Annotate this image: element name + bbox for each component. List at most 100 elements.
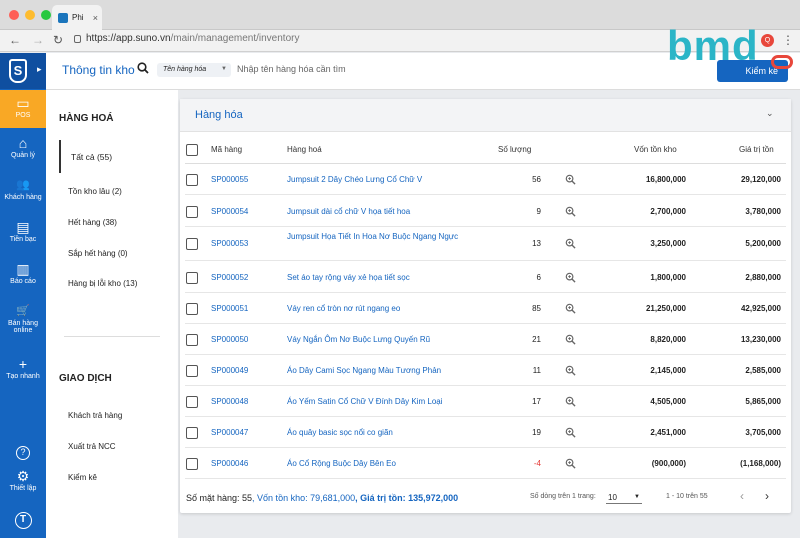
zoom-icon[interactable] <box>565 458 576 469</box>
category-item-defective[interactable]: Hàng bị lỗi kho (13) <box>68 279 137 288</box>
zoom-icon[interactable] <box>565 303 576 314</box>
zoom-icon[interactable] <box>565 174 576 185</box>
product-name-link[interactable]: Jumpsuit Họa Tiết In Hoa Nơ Buộc Ngang N… <box>287 231 467 243</box>
product-name-link[interactable]: Váy Ngắn Ôm Nơ Buộc Lưng Quyến Rũ <box>287 334 467 346</box>
zoom-icon[interactable] <box>565 272 576 283</box>
row-checkbox[interactable] <box>186 303 198 315</box>
table-row[interactable]: SP000048 Áo Yếm Satin Cổ Chữ V Đính Dây K… <box>185 386 786 417</box>
table-row[interactable]: SP000046 Áo Cổ Rộng Buộc Dây Bên Eo -4 (900… <box>185 448 786 479</box>
column-header-name[interactable]: Hàng hoá <box>287 145 322 154</box>
product-name-link[interactable]: Áo Cổ Rộng Buộc Dây Bên Eo <box>287 458 467 470</box>
category-item-long-stock[interactable]: Tồn kho lâu (2) <box>68 187 122 196</box>
product-name-link[interactable]: Váy ren cổ tròn nơ rút ngang eo <box>287 303 467 315</box>
table-row[interactable]: SP000054 Jumpsuit dài cổ chữ V họa tiết h… <box>185 196 786 227</box>
row-checkbox[interactable] <box>186 427 198 439</box>
sidebar-item-user[interactable]: T <box>0 512 46 529</box>
table-row[interactable]: SP000049 Áo Dây Cami Sọc Ngang Màu Tương … <box>185 355 786 386</box>
row-checkbox[interactable] <box>186 365 198 377</box>
sidebar-item-online-sales[interactable]: 🛒 Bán hàng online <box>0 303 46 334</box>
sidebar-item-pos[interactable]: ▭ POS <box>0 90 46 128</box>
row-checkbox[interactable] <box>186 458 198 470</box>
table-row[interactable]: SP000051 Váy ren cổ tròn nơ rút ngang eo 8… <box>185 293 786 324</box>
product-name-link[interactable]: Áo Yếm Satin Cổ Chữ V Đính Dây Kim Loại <box>287 396 467 408</box>
extension-icon[interactable]: Q <box>761 34 774 47</box>
row-checkbox[interactable] <box>186 206 198 218</box>
row-checkbox[interactable] <box>186 396 198 408</box>
product-name-link[interactable]: Áo quây basic sọc nổi co giãn <box>287 427 467 439</box>
product-code-link[interactable]: SP000054 <box>211 207 248 216</box>
zoom-icon[interactable] <box>565 365 576 376</box>
product-code-link[interactable]: SP000048 <box>211 397 248 406</box>
monitor-icon: ▭ <box>16 95 30 111</box>
stock-value-cell: 3,780,000 <box>745 207 781 216</box>
collapse-chevron-icon[interactable]: ⌄ <box>766 108 774 119</box>
zoom-icon[interactable] <box>565 206 576 217</box>
table-row[interactable]: SP000047 Áo quây basic sọc nổi co giãn 19 2… <box>185 417 786 448</box>
card-header: Hàng hóa ⌄ <box>180 99 791 132</box>
product-name-link[interactable]: Jumpsuit dài cổ chữ V họa tiết hoa <box>287 206 467 218</box>
table-row[interactable]: SP000052 Set áo tay rộng váy xẻ họa tiết … <box>185 262 786 293</box>
zoom-icon[interactable] <box>565 396 576 407</box>
select-all-checkbox[interactable] <box>186 144 198 156</box>
row-checkbox[interactable] <box>186 334 198 346</box>
product-code-link[interactable]: SP000052 <box>211 273 248 282</box>
sidebar-item-settings[interactable]: ⚙ Thiết lập <box>0 468 46 492</box>
category-item-low-stock[interactable]: Sắp hết hàng (0) <box>68 249 128 258</box>
sidebar-item-customers[interactable]: 👥 Khách hàng <box>0 177 46 201</box>
table-row[interactable]: SP000050 Váy Ngắn Ôm Nơ Buộc Lưng Quyến R… <box>185 324 786 355</box>
next-page-icon[interactable]: › <box>765 489 769 503</box>
category-item-supplier-returns[interactable]: Xuất trả NCC <box>68 442 116 451</box>
category-item-out-of-stock[interactable]: Hết hàng (38) <box>68 218 117 227</box>
zoom-icon[interactable] <box>565 238 576 249</box>
previous-page-icon[interactable]: ‹ <box>740 489 744 503</box>
close-window-button[interactable] <box>9 10 19 20</box>
table-row[interactable]: SP000053 Jumpsuit Họa Tiết In Hoa Nơ Buộc… <box>185 227 786 261</box>
row-checkbox[interactable] <box>186 272 198 284</box>
plus-icon: + <box>18 356 28 372</box>
product-code-link[interactable]: SP000051 <box>211 304 248 313</box>
category-item-all[interactable]: Tất cả (55) <box>71 152 112 162</box>
product-code-link[interactable]: SP000046 <box>211 459 248 468</box>
app-logo[interactable]: S ▸ <box>0 53 46 89</box>
row-checkbox[interactable] <box>186 174 198 186</box>
url-field[interactable]: https://app.suno.vn/main/management/inve… <box>74 33 299 44</box>
browser-tab[interactable]: Phi × <box>52 5 102 30</box>
zoom-icon[interactable] <box>565 427 576 438</box>
product-name-link[interactable]: Áo Dây Cami Sọc Ngang Màu Tương Phản <box>287 365 467 377</box>
product-code-link[interactable]: SP000047 <box>211 428 248 437</box>
sidebar-item-reports[interactable]: ▥ Báo cáo <box>0 261 46 285</box>
rows-per-page-select[interactable]: 10 ▼ <box>606 490 642 504</box>
back-icon[interactable]: ← <box>9 33 21 47</box>
category-item-customer-returns[interactable]: Khách trả hàng <box>68 411 122 420</box>
sidebar-item-money[interactable]: ▤ Tiền bạc <box>0 219 46 243</box>
browser-menu-icon[interactable]: ⋮ <box>782 33 794 47</box>
stock-value-cell: 5,200,000 <box>745 239 781 248</box>
column-header-stock-value[interactable]: Giá trị tồn <box>739 145 774 154</box>
sidebar-item-help[interactable]: ? <box>0 446 46 460</box>
column-header-code[interactable]: Mã hàng <box>211 145 242 154</box>
product-code-link[interactable]: SP000049 <box>211 366 248 375</box>
expand-sidebar-icon[interactable]: ▸ <box>37 64 42 75</box>
table-row[interactable]: SP000055 Jumpsuit 2 Dây Chéo Lưng Cổ Chữ … <box>185 164 786 195</box>
maximize-window-button[interactable] <box>41 10 51 20</box>
product-code-link[interactable]: SP000053 <box>211 239 248 248</box>
product-name-link[interactable]: Set áo tay rộng váy xẻ họa tiết sọc <box>287 272 467 284</box>
forward-icon[interactable]: → <box>32 33 44 47</box>
minimize-window-button[interactable] <box>25 10 35 20</box>
row-checkbox[interactable] <box>186 238 198 250</box>
stock-value-cell: 29,120,000 <box>740 175 781 184</box>
sidebar-item-quick-create[interactable]: + Tạo nhanh <box>0 356 46 380</box>
reload-icon[interactable]: ↻ <box>53 33 63 47</box>
product-name-link[interactable]: Jumpsuit 2 Dây Chéo Lưng Cổ Chữ V <box>287 174 467 186</box>
zoom-icon[interactable] <box>565 334 576 345</box>
search-input[interactable]: Nhập tên hàng hóa cần tìm <box>237 64 346 74</box>
stock-value-cell: 2,585,000 <box>745 366 781 375</box>
search-type-select[interactable]: Tên hàng hóa ▼ <box>157 63 231 77</box>
sidebar-item-management[interactable]: ⌂ Quản lý <box>0 135 46 159</box>
column-header-quantity[interactable]: Số lượng <box>498 145 531 154</box>
category-item-stocktake[interactable]: Kiểm kê <box>68 473 97 482</box>
product-code-link[interactable]: SP000055 <box>211 175 248 184</box>
product-code-link[interactable]: SP000050 <box>211 335 248 344</box>
tab-close-icon[interactable]: × <box>93 13 98 23</box>
column-header-stock-cost[interactable]: Vốn tồn kho <box>634 145 677 154</box>
